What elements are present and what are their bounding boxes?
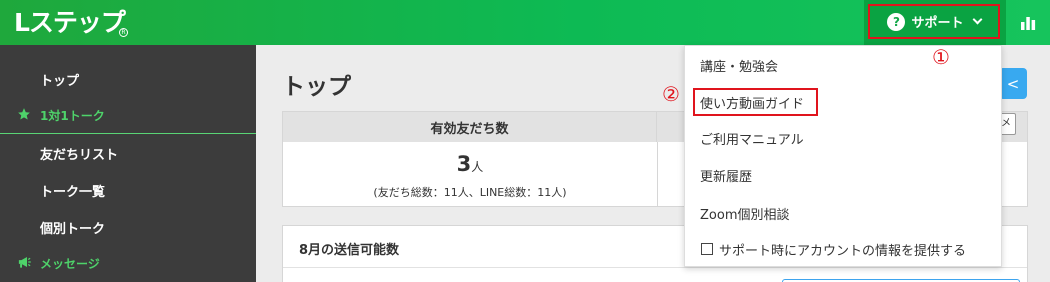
menu-item-label: Zoom個別相談 bbox=[700, 207, 790, 223]
annotation-highlight-box bbox=[693, 88, 818, 116]
share-info-checkbox[interactable] bbox=[701, 243, 713, 255]
menu-item-changelog[interactable]: 更新履歴 bbox=[685, 159, 1001, 191]
menu-item-zoom-consult[interactable]: Zoom個別相談 bbox=[685, 197, 1001, 229]
send-limit-title: 8月の送信可能数 bbox=[299, 243, 400, 258]
star-icon bbox=[17, 107, 31, 124]
menu-item-manual[interactable]: ご利用マニュアル bbox=[685, 122, 1001, 154]
support-dropdown-menu: 講座・勉強会 使い方動画ガイド ご利用マニュアル 更新履歴 Zoom個別相談 サ… bbox=[684, 45, 1002, 267]
friends-count-number: 3 bbox=[456, 152, 472, 176]
sidebar-item-label: 個別トーク bbox=[40, 221, 106, 237]
friends-count-value: 3人 bbox=[283, 152, 657, 176]
top-header: Lステップ R ? サポート bbox=[0, 0, 1050, 45]
megaphone-icon bbox=[17, 255, 32, 272]
bar-chart-icon[interactable] bbox=[1006, 0, 1050, 45]
chevron-down-icon bbox=[972, 14, 982, 25]
friends-count-unit: 人 bbox=[471, 160, 484, 174]
friends-count-detail: (友だち総数：11人、LINE総数：11人) bbox=[373, 186, 567, 199]
registered-mark-icon: R bbox=[119, 28, 128, 37]
friends-count-header: 有効友だち数 bbox=[283, 112, 657, 142]
card-divider bbox=[657, 142, 658, 206]
support-menu-button[interactable]: ? サポート bbox=[868, 4, 1000, 39]
collapse-button[interactable]: < bbox=[999, 68, 1027, 99]
sidebar-group-1on1-talk[interactable]: 1対1トーク bbox=[0, 97, 256, 133]
support-label: サポート bbox=[911, 16, 964, 31]
sidebar-group-label: 1対1トーク bbox=[40, 108, 105, 123]
sidebar-item-label: トップ bbox=[40, 73, 80, 89]
sidebar-group-message[interactable]: メッセージ bbox=[0, 245, 256, 281]
annotation-marker-1: ① bbox=[932, 45, 950, 69]
menu-item-label: 講座・勉強会 bbox=[700, 59, 779, 75]
logo-text: Lステップ bbox=[14, 8, 126, 37]
lstep-logo[interactable]: Lステップ R bbox=[14, 7, 128, 39]
app-root: Lステップ R ? サポート トップ 1対1トーク 友だちリスト トーク一覧 個… bbox=[0, 0, 1050, 282]
card-divider bbox=[283, 267, 1027, 268]
sidebar-item-label: 友だちリスト bbox=[40, 147, 119, 163]
page-title: トップ bbox=[282, 74, 351, 100]
help-circle-icon: ? bbox=[887, 12, 906, 31]
menu-item-label: 更新履歴 bbox=[700, 169, 753, 185]
menu-item-seminars[interactable]: 講座・勉強会 bbox=[685, 49, 1001, 81]
sidebar-item-friend-list[interactable]: 友だちリスト bbox=[0, 135, 256, 171]
sidebar: トップ 1対1トーク 友だちリスト トーク一覧 個別トーク メッセージ bbox=[0, 45, 256, 282]
sidebar-item-talk-list[interactable]: トーク一覧 bbox=[0, 172, 256, 208]
menu-item-share-account-info[interactable]: サポート時にアカウントの情報を提供する bbox=[685, 233, 1001, 265]
sidebar-item-individual-talk[interactable]: 個別トーク bbox=[0, 209, 256, 245]
menu-item-label: ご利用マニュアル bbox=[700, 132, 804, 148]
sidebar-divider bbox=[0, 133, 256, 134]
annotation-marker-2: ② bbox=[662, 82, 680, 106]
menu-item-label: サポート時にアカウントの情報を提供する bbox=[719, 243, 967, 259]
sidebar-item-top[interactable]: トップ bbox=[0, 61, 256, 97]
sidebar-group-label: メッセージ bbox=[40, 256, 100, 271]
sidebar-item-label: トーク一覧 bbox=[40, 184, 106, 200]
